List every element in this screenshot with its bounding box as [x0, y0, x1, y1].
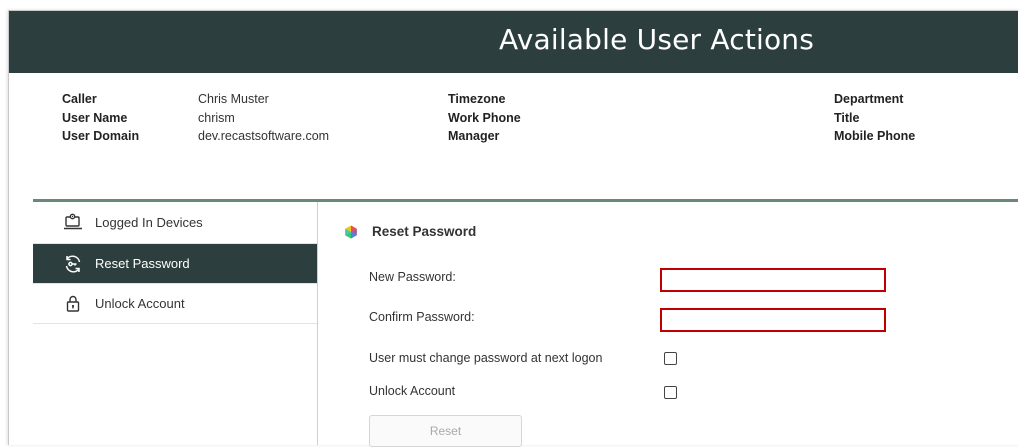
manager-label: Manager [448, 129, 500, 143]
form-heading: Reset Password [344, 224, 476, 239]
laptop-gear-icon [63, 213, 83, 233]
form-title: Reset Password [372, 224, 477, 239]
user-info-column-3: Department Title Mobile Phone [834, 90, 915, 146]
reset-password-panel: Reset Password New Password: Confirm Pas… [318, 202, 1018, 447]
work-phone-label: Work Phone [448, 110, 521, 125]
sidebar-item-label: Reset Password [95, 256, 190, 271]
user-name-value: chrism [198, 110, 235, 125]
must-change-password-label: User must change password at next logon [369, 351, 603, 365]
user-domain-value: dev.recastsoftware.com [198, 129, 330, 143]
info-row-user-domain: User Domain dev.recastsoftware.com [62, 127, 329, 146]
unlock-account-checkbox[interactable] [664, 386, 677, 399]
user-domain-label: User Domain [62, 129, 140, 143]
gem-icon [344, 225, 358, 239]
title-label: Title [834, 110, 860, 125]
must-change-password-checkbox[interactable] [664, 352, 677, 365]
user-info-column-2: Timezone Work Phone Manager [448, 90, 521, 146]
sidebar-item-logged-in-devices[interactable]: Logged In Devices [33, 202, 317, 244]
info-row-user-name: User Name chrism [62, 109, 329, 128]
sidebar-item-reset-password[interactable]: Reset Password [33, 244, 317, 284]
user-info-column-1: Caller Chris Muster User Name chrism Use… [62, 90, 329, 146]
new-password-input[interactable] [660, 268, 886, 292]
padlock-icon [63, 294, 83, 314]
caller-value: Chris Muster [198, 92, 269, 106]
sidebar-item-label: Unlock Account [95, 296, 185, 311]
new-password-label: New Password: [369, 270, 456, 284]
refresh-key-icon [63, 254, 83, 274]
user-actions-window: Available User Actions Caller Chris Must… [8, 10, 1018, 447]
user-name-label: User Name [62, 110, 128, 125]
actions-sidebar: Logged In Devices Reset Password Unlock … [33, 202, 318, 445]
unlock-account-label: Unlock Account [369, 384, 456, 398]
confirm-password-input[interactable] [660, 308, 886, 332]
page-header: Available User Actions [9, 11, 1018, 73]
sidebar-item-label: Logged In Devices [95, 215, 203, 230]
page-title: Available User Actions [499, 23, 815, 56]
sidebar-item-unlock-account[interactable]: Unlock Account [33, 284, 317, 324]
mobile-phone-label: Mobile Phone [834, 129, 916, 143]
confirm-password-label: Confirm Password: [369, 310, 475, 324]
timezone-label: Timezone [448, 92, 506, 106]
reset-button[interactable]: Reset [369, 415, 522, 447]
caller-label: Caller [62, 92, 97, 106]
department-label: Department [834, 92, 904, 106]
info-row-caller: Caller Chris Muster [62, 90, 329, 109]
